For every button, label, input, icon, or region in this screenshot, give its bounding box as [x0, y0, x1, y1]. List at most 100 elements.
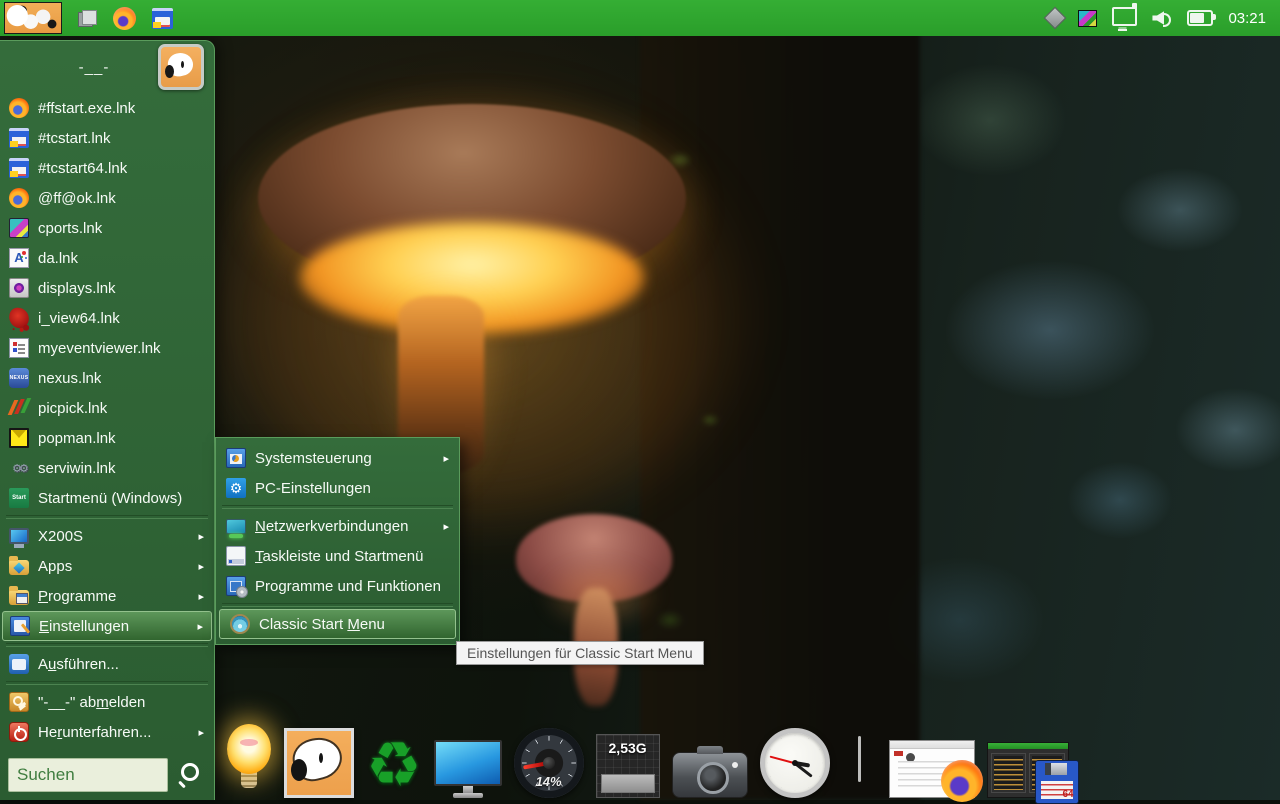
item-label: @ff@ok.lnk	[38, 190, 116, 207]
submenu-item-taskleiste[interactable]: Taskleiste und Startmenü	[216, 541, 459, 571]
item-label: serviwin.lnk	[38, 460, 116, 477]
cports-icon	[9, 218, 29, 238]
start-menu-folder-apps[interactable]: Apps	[0, 551, 214, 581]
item-label: picpick.lnk	[38, 400, 107, 417]
submenu-item-netzwerkverbindungen[interactable]: Netzwerkverbindungen	[216, 511, 459, 541]
start-menu-folder-einstellungen[interactable]: Einstellungen	[2, 611, 212, 641]
battery-icon[interactable]	[1187, 10, 1213, 26]
item-label: Apps	[38, 558, 72, 575]
clock-hub	[792, 760, 798, 766]
submenu-item-systemsteuerung[interactable]: Systemsteuerung	[216, 443, 459, 473]
start-menu-item-ffok[interactable]: @ff@ok.lnk	[0, 183, 214, 213]
taskbar-clock[interactable]: 03:21	[1228, 10, 1266, 27]
firefox-window-preview[interactable]	[889, 740, 975, 798]
pc-settings-icon	[226, 478, 246, 498]
item-label: X200S	[38, 528, 83, 545]
start-menu-header: -__-	[0, 41, 214, 93]
programs-folder-icon	[9, 590, 29, 605]
network-icon[interactable]	[1112, 7, 1137, 26]
start-menu-folder-programme[interactable]: Programme	[0, 581, 214, 611]
clock-second-hand	[770, 756, 795, 764]
user-avatar[interactable]	[158, 44, 204, 90]
page-accent	[894, 751, 903, 756]
logoff-menu-item[interactable]: "-__-" abmelden	[0, 687, 214, 717]
volume-icon[interactable]	[1152, 9, 1172, 27]
start-menu-item-cports[interactable]: cports.lnk	[0, 213, 214, 243]
item-label: #tcstart.lnk	[38, 130, 111, 147]
monitor-screen	[434, 740, 502, 786]
item-label: "-__-" abmelden	[38, 694, 145, 711]
page-logo	[906, 753, 915, 762]
start-menu-item-displays[interactable]: displays.lnk	[0, 273, 214, 303]
start-menu-item-myeventviewer[interactable]: myeventviewer.lnk	[0, 333, 214, 363]
shutdown-menu-item[interactable]: Herunterfahren...	[0, 717, 214, 747]
item-label: Ausführen...	[38, 656, 119, 673]
firefox-icon[interactable]	[113, 7, 136, 30]
item-label: da.lnk	[38, 250, 78, 267]
total-commander-window-preview[interactable]: 64	[987, 742, 1069, 798]
dock: ♻ 14% 2,53G	[226, 724, 1069, 798]
start-menu-item-startmenu-windows[interactable]: Startmenü (Windows)	[0, 483, 214, 513]
start-menu-item-iview64[interactable]: i_view64.lnk	[0, 303, 214, 333]
start-menu-item-tcstart[interactable]: #tcstart.lnk	[0, 123, 214, 153]
item-label: #tcstart64.lnk	[38, 160, 127, 177]
submenu-item-programme-funktionen[interactable]: Programme und Funktionen	[216, 571, 459, 601]
tc-left-pane	[991, 753, 1026, 793]
analog-clock-dock-icon[interactable]	[760, 728, 830, 798]
lightbulb-dock-icon[interactable]	[226, 724, 272, 798]
monitor-base	[453, 793, 483, 798]
bulb-globe	[227, 724, 271, 774]
key-icon	[9, 692, 29, 712]
ram-size-label: 2,53G	[597, 740, 659, 756]
submenu-item-classic-start-menu[interactable]: Classic Start Menu	[219, 609, 456, 639]
show-desktop-icon[interactable]	[78, 10, 97, 27]
windows-start-icon	[9, 488, 29, 508]
menu-separator	[6, 515, 208, 519]
start-menu-item-nexus[interactable]: nexus.lnk	[0, 363, 214, 393]
classic-shell-icon	[230, 614, 250, 634]
item-label: Systemsteuerung	[255, 450, 372, 467]
start-menu-item-da[interactable]: da.lnk	[0, 243, 214, 273]
monitor-dock-icon[interactable]	[434, 740, 502, 798]
ram-usage-bar	[601, 774, 655, 793]
settings-submenu: Systemsteuerung PC-Einstellungen Netzwer…	[215, 437, 460, 645]
menu-separator	[6, 643, 208, 647]
system-tray: 03:21	[1047, 9, 1280, 27]
search-icon[interactable]	[176, 760, 206, 790]
network-connections-icon	[226, 519, 246, 534]
total-commander-icon[interactable]	[152, 8, 173, 29]
recycle-bin-dock-icon[interactable]: ♻	[366, 734, 422, 798]
camera-lens	[697, 762, 729, 794]
submenu-item-pc-einstellungen[interactable]: PC-Einstellungen	[216, 473, 459, 503]
run-icon	[9, 654, 29, 674]
item-label: Netzwerkverbindungen	[255, 518, 408, 535]
event-viewer-icon	[9, 338, 29, 358]
search-input[interactable]	[8, 758, 168, 792]
display-settings-tray-icon[interactable]	[1078, 10, 1097, 27]
total-commander-badge-icon: 64	[1035, 760, 1079, 804]
run-menu-item[interactable]: Ausführen...	[0, 649, 214, 679]
diamond-tray-icon[interactable]	[1044, 7, 1067, 30]
start-menu-item-popman[interactable]: popman.lnk	[0, 423, 214, 453]
firefox-badge-icon	[941, 760, 983, 802]
total-commander-icon	[9, 158, 29, 178]
serviwin-icon	[9, 458, 29, 478]
snoopy-picture-icon[interactable]	[4, 2, 62, 34]
start-menu-item-tcstart64[interactable]: #tcstart64.lnk	[0, 153, 214, 183]
cpu-gauge-dock-icon[interactable]: 14%	[514, 728, 584, 798]
settings-icon	[10, 616, 30, 636]
snoopy-dock-icon[interactable]	[284, 728, 354, 798]
ram-widget-dock-icon[interactable]: 2,53G	[596, 734, 660, 798]
firefox-icon	[9, 98, 29, 118]
start-menu-item-serviwin[interactable]: serviwin.lnk	[0, 453, 214, 483]
start-menu-item-ffstart[interactable]: #ffstart.exe.lnk	[0, 93, 214, 123]
monitor-icon	[9, 528, 29, 544]
item-label: displays.lnk	[38, 280, 116, 297]
start-menu-folder-x200s[interactable]: X200S	[0, 521, 214, 551]
tooltip: Einstellungen für Classic Start Menu	[456, 641, 704, 665]
start-menu-item-picpick[interactable]: picpick.lnk	[0, 393, 214, 423]
camera-flash-dot	[732, 762, 738, 768]
camera-dock-icon[interactable]	[672, 744, 748, 798]
dock-separator	[858, 736, 861, 782]
taskbar-startmenu-icon	[226, 546, 246, 566]
